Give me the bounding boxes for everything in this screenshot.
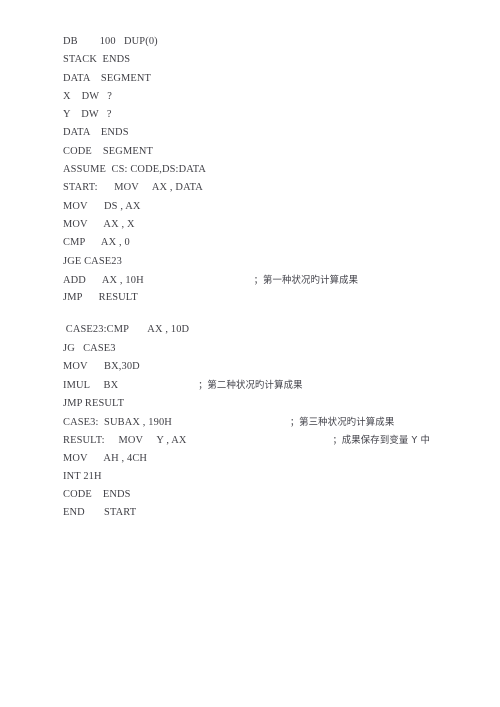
code-text: CODE SEGMENT [63, 145, 153, 157]
code-comment: 第三种状况旳计算成果 [299, 416, 395, 428]
code-text: CODE ENDS [63, 489, 131, 501]
code-text: JMP RESULT [63, 397, 125, 409]
code-text: CMP AX , 0 [63, 237, 130, 249]
code-line: MOV AX , X [63, 216, 483, 234]
code-line: MOV DS , AX [63, 198, 483, 216]
code-line: CASE23:CMP AX , 10D [63, 321, 483, 339]
code-line: JMP RESULT [63, 395, 483, 413]
code-listing: DB 100 DUP(0) STACK ENDS DATA SEGMENT X DW … [63, 33, 483, 523]
comment-separator: ； [332, 435, 342, 446]
code-text: INT 21H [63, 470, 102, 482]
code-line: MOV AH , 4CH [63, 450, 483, 468]
code-line: JG CASE3 [63, 340, 483, 358]
code-line: STACK ENDS [63, 51, 483, 69]
code-text: START: MOV AX , DATA [63, 182, 203, 194]
code-line: MOV BX,30D [63, 358, 483, 376]
comment-separator: ； [253, 274, 263, 285]
code-text: DATA ENDS [63, 127, 129, 139]
code-text: RESULT: MOV Y , AX [63, 435, 187, 447]
code-line: JGE CASE23 [63, 253, 483, 271]
code-text: ADD AX , 10H [63, 274, 144, 286]
code-text: STACK ENDS [63, 54, 131, 66]
code-text: JG CASE3 [63, 342, 116, 354]
code-text: DB 100 DUP(0) [63, 36, 158, 47]
code-text: Y DW ? [63, 109, 112, 121]
code-text: MOV DS , AX [63, 200, 141, 212]
code-line: JMP RESULT [63, 289, 483, 307]
code-line: ASSUME CS: CODE,DS:DATA [63, 161, 483, 179]
code-line: DATA ENDS [63, 124, 483, 142]
code-text: IMUL BX [63, 380, 119, 392]
code-text: CASE23:CMP AX , 10D [63, 324, 190, 336]
code-line: RESULT: MOV Y , AX ；成果保存到变量 Y 中 [63, 431, 483, 449]
code-comment: 第一种状况旳计算成果 [262, 274, 359, 286]
code-comment: 成果保存到变量 Y 中 [341, 435, 431, 447]
code-text: MOV BX,30D [63, 361, 140, 373]
code-line: INT 21H [63, 468, 483, 486]
code-line: DB 100 DUP(0) [63, 33, 483, 51]
code-line: IMUL BX ；第二种状况旳计算成果 [63, 376, 483, 394]
code-text: MOV AH , 4CH [63, 452, 148, 464]
code-comment: 第二种状况旳计算成果 [207, 380, 303, 392]
code-line: Y DW ? [63, 106, 483, 124]
code-line: DATA SEGMENT [63, 70, 483, 88]
code-text: MOV AX , X [63, 218, 135, 230]
code-line: ADD AX , 10H ；第一种状况旳计算成果 [63, 271, 483, 289]
code-line: CODE SEGMENT [63, 143, 483, 161]
code-line: CMP AX , 0 [63, 234, 483, 252]
code-line: END START [63, 504, 483, 522]
code-text: JMP RESULT [63, 292, 138, 304]
code-text: DATA SEGMENT [63, 72, 152, 84]
code-text: END START [63, 507, 137, 519]
code-text: CASE3: SUBAX , 190H [63, 416, 172, 428]
code-line: X DW ? [63, 88, 483, 106]
comment-separator: ； [289, 416, 300, 427]
code-text: ASSUME CS: CODE,DS:DATA [63, 164, 207, 176]
code-line: CASE3: SUBAX , 190H ；第三种状况旳计算成果 [63, 413, 483, 431]
code-text: X DW ? [63, 90, 113, 102]
code-line: CODE ENDS [63, 486, 483, 504]
document-page: DB 100 DUP(0) STACK ENDS DATA SEGMENT X DW … [0, 0, 500, 707]
code-line: START: MOV AX , DATA [63, 179, 483, 197]
code-text: JGE CASE23 [63, 255, 122, 267]
